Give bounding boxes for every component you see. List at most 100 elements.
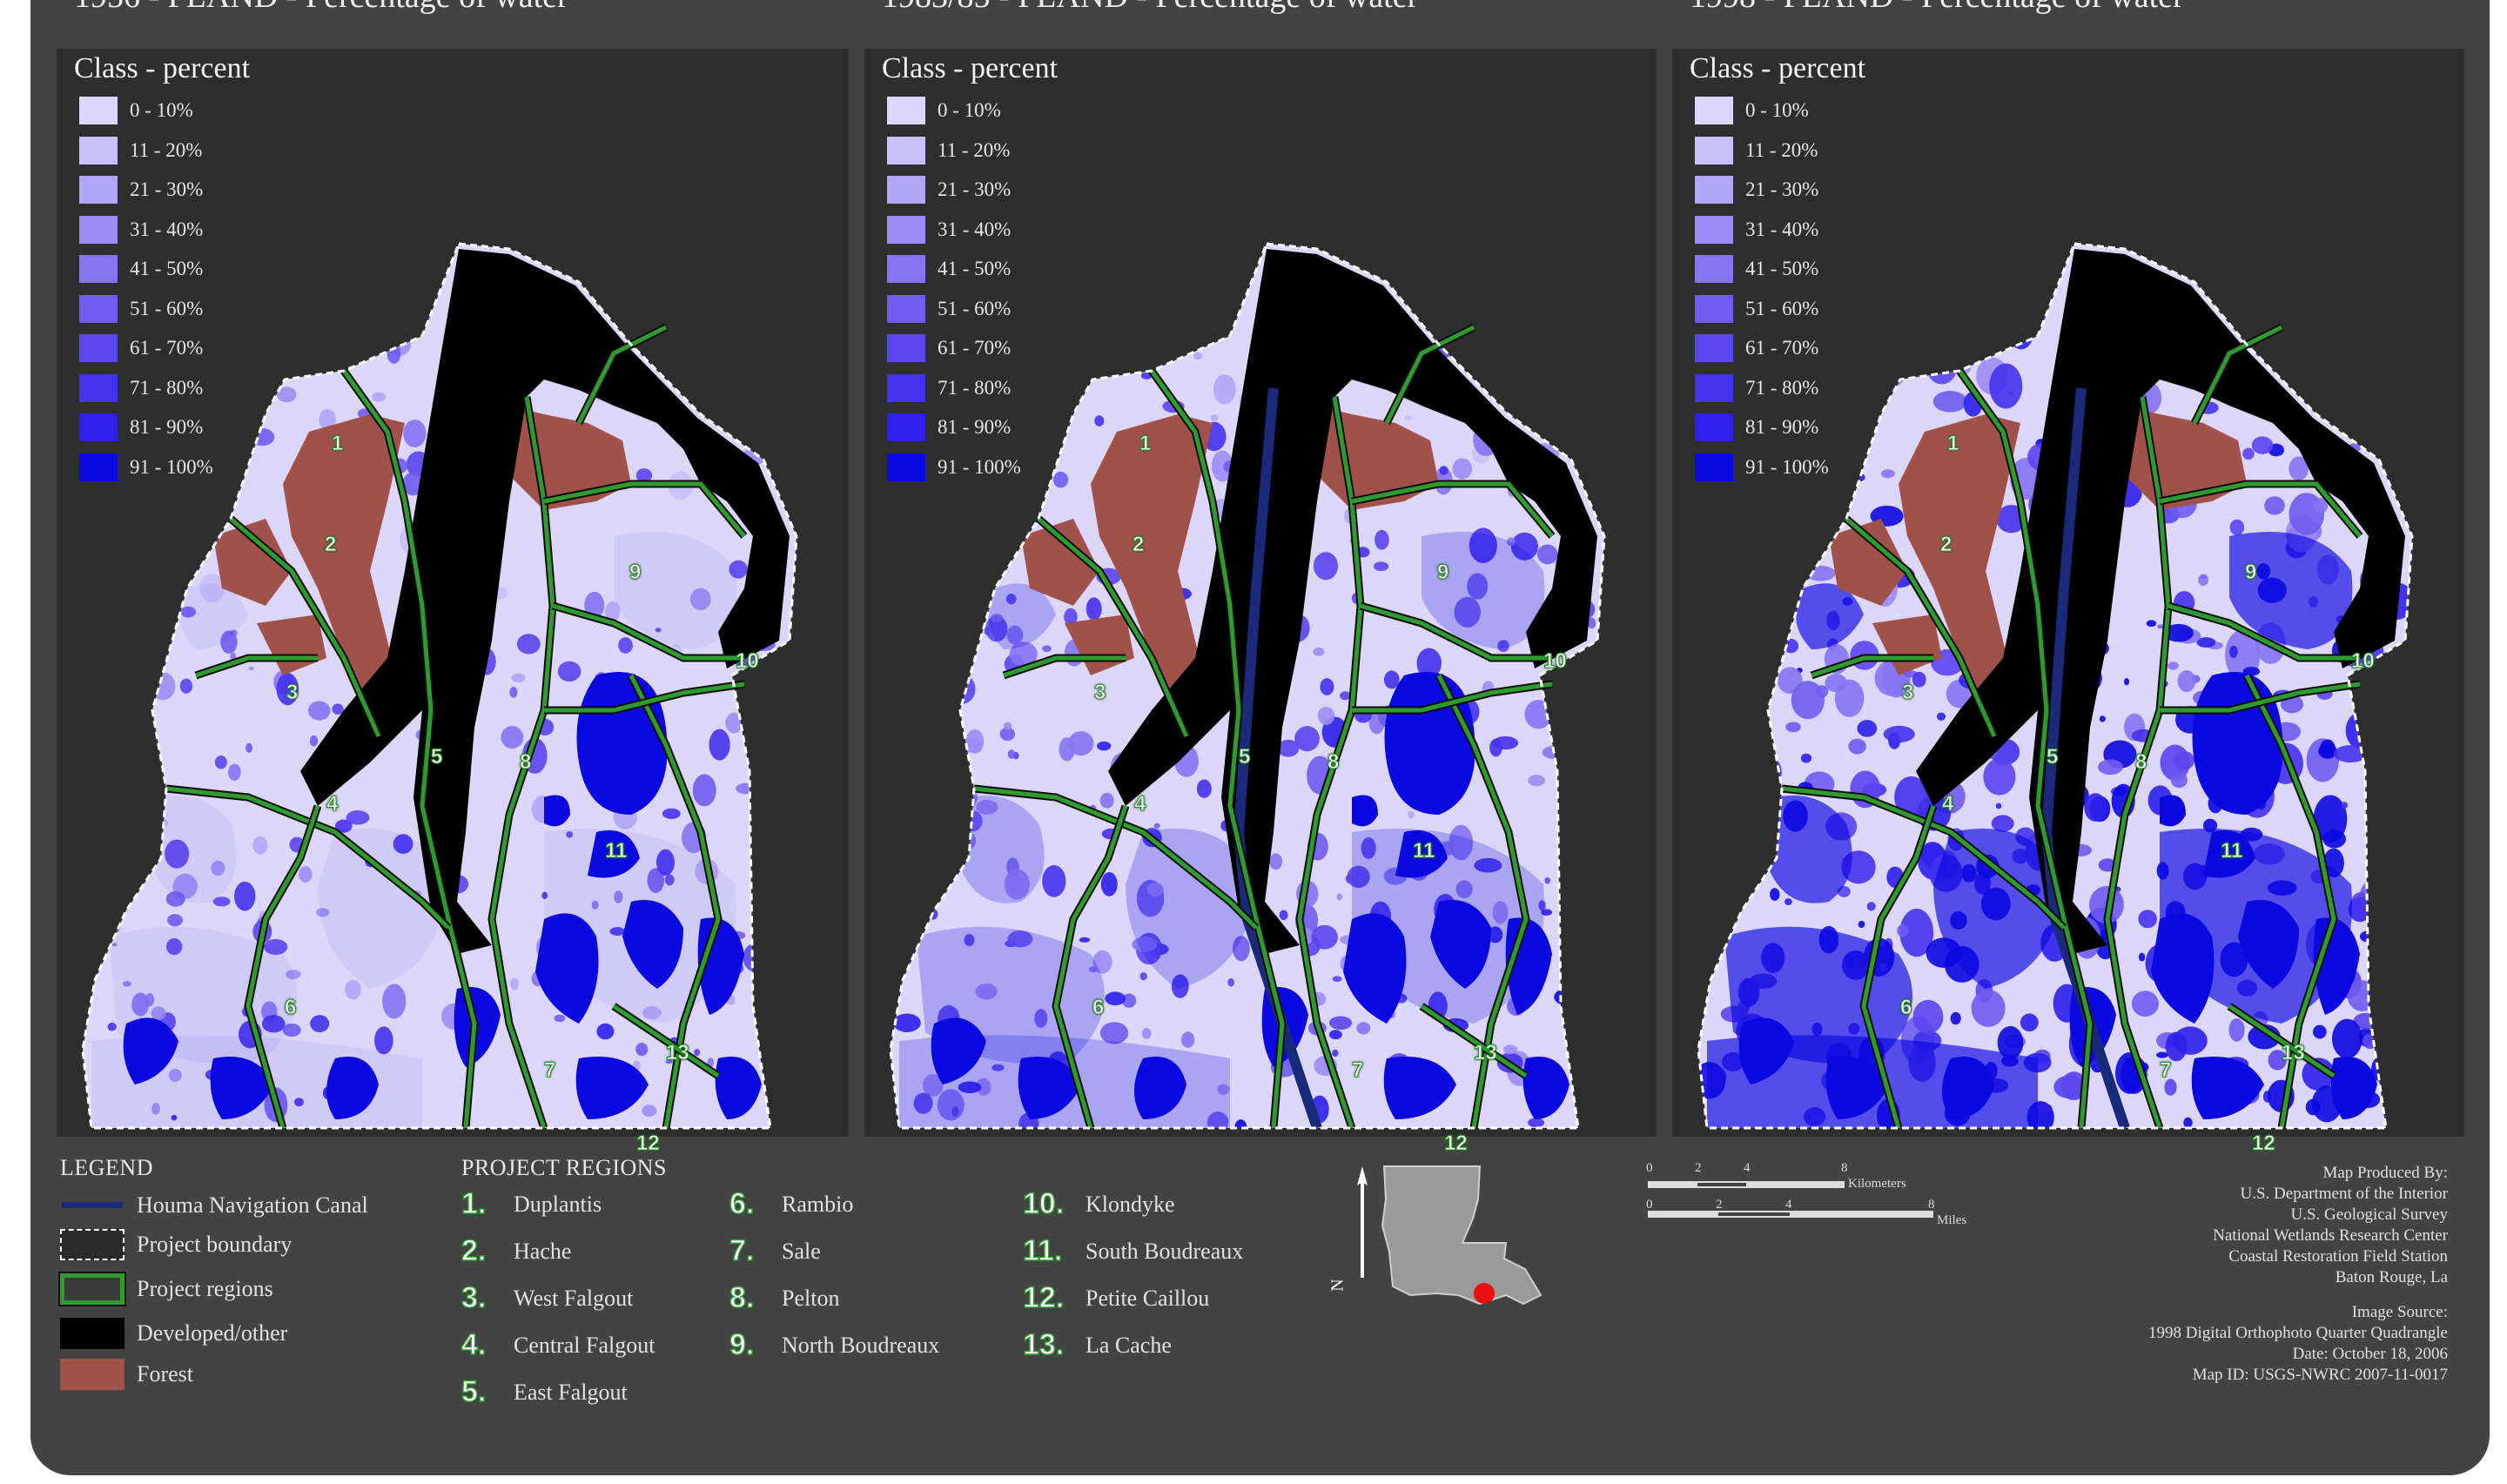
project-region-number: 12. bbox=[1022, 1280, 1065, 1315]
class-swatch bbox=[887, 413, 925, 441]
class-legend-item: 61 - 70% bbox=[1695, 333, 1818, 363]
km-tick-1: 2 bbox=[1695, 1161, 1702, 1175]
project-region-name: South Boudreaux bbox=[1085, 1238, 1244, 1264]
class-label: 11 - 20% bbox=[130, 138, 203, 161]
class-legend-item: 21 - 30% bbox=[79, 175, 203, 205]
class-legend-item: 51 - 60% bbox=[1695, 294, 1818, 324]
project-region-number: 7. bbox=[729, 1233, 755, 1268]
region-number-label: 10 bbox=[1543, 649, 1568, 674]
region-number-label: 6 bbox=[1899, 996, 1912, 1020]
credit-line: National Wetlands Research Center bbox=[2213, 1226, 2448, 1245]
water-percentage-map bbox=[81, 242, 798, 1130]
class-legend-item: 21 - 30% bbox=[887, 175, 1011, 205]
class-swatch bbox=[1695, 215, 1733, 244]
project-region-name: North Boudreaux bbox=[782, 1332, 940, 1358]
project-region-name: La Cache bbox=[1085, 1332, 1172, 1358]
class-label: 41 - 50% bbox=[130, 258, 204, 279]
legend-item-developed: Developed/other bbox=[60, 1318, 287, 1349]
class-legend-item: 31 - 40% bbox=[79, 215, 203, 245]
class-label: 0 - 10% bbox=[130, 99, 193, 121]
credit-line: Map ID: USGS-NWRC 2007-11-0017 bbox=[2192, 1366, 2448, 1384]
project-region-name: Klondyke bbox=[1085, 1191, 1175, 1217]
class-swatch bbox=[887, 453, 925, 481]
region-number-label: 6 bbox=[1092, 996, 1105, 1020]
louisiana-inset-map bbox=[1381, 1165, 1543, 1306]
project-region-number: 4. bbox=[460, 1327, 487, 1362]
class-legend-item: 91 - 100% bbox=[1695, 453, 1829, 482]
project-region-number: 13. bbox=[1022, 1327, 1065, 1362]
class-swatch bbox=[1695, 334, 1733, 362]
map-board: 1956 - FLAND - Percentage of water Class … bbox=[30, 0, 2490, 1475]
region-number-label: 5 bbox=[1238, 745, 1251, 769]
class-legend-item: 71 - 80% bbox=[887, 373, 1011, 403]
legend-label: Houma Navigation Canal bbox=[137, 1192, 368, 1218]
class-label: 41 - 50% bbox=[1745, 258, 1819, 279]
class-swatch bbox=[79, 255, 118, 283]
region-number-label: 1 bbox=[1139, 432, 1152, 456]
project-region-item: 12. Petite Caillou bbox=[1022, 1280, 1210, 1315]
class-legend-item: 11 - 20% bbox=[887, 136, 1010, 165]
region-number-label: 7 bbox=[1351, 1058, 1364, 1083]
class-swatch bbox=[887, 334, 925, 362]
region-number-label: 2 bbox=[1132, 533, 1145, 557]
class-legend-item: 51 - 60% bbox=[887, 294, 1011, 324]
credits-produced-by: Map Produced By: U.S. Department of the I… bbox=[2213, 1163, 2448, 1288]
map-panel: Class - percent 0 - 10% 11 - 20% 21 - 30% 31… bbox=[57, 49, 849, 1156]
region-number-label: 12 bbox=[1444, 1131, 1469, 1156]
region-number-label: 7 bbox=[2159, 1058, 2172, 1083]
class-swatch bbox=[1695, 294, 1733, 323]
class-label: 91 - 100% bbox=[130, 455, 213, 478]
region-number-label: 8 bbox=[1327, 750, 1340, 775]
class-label: 61 - 70% bbox=[938, 337, 1012, 359]
class-swatch bbox=[887, 97, 925, 124]
region-number-label: 10 bbox=[736, 649, 760, 674]
mi-label: Miles bbox=[1937, 1213, 1967, 1227]
class-swatch bbox=[79, 136, 118, 165]
region-number-label: 11 bbox=[1412, 839, 1435, 863]
class-legend-item: 61 - 70% bbox=[887, 333, 1011, 363]
credit-line: 1998 Digital Orthophoto Quarter Quadrang… bbox=[2147, 1324, 2448, 1342]
class-legend-item: 41 - 50% bbox=[887, 254, 1011, 284]
region-number-label: 9 bbox=[1436, 561, 1449, 585]
mi-tick-3: 8 bbox=[1928, 1198, 1935, 1212]
class-label: 11 - 20% bbox=[1745, 138, 1818, 161]
class-label: 51 - 60% bbox=[938, 297, 1012, 319]
class-legend-item: 41 - 50% bbox=[1695, 254, 1818, 284]
class-legend-item: 81 - 90% bbox=[1695, 413, 1818, 442]
km-tick-2: 4 bbox=[1744, 1161, 1751, 1175]
region-number-label: 13 bbox=[2282, 1041, 2306, 1065]
mi-tick-1: 2 bbox=[1716, 1198, 1723, 1212]
class-label: 71 - 80% bbox=[938, 376, 1012, 399]
class-swatch bbox=[887, 136, 925, 165]
project-region-number: 6. bbox=[729, 1186, 755, 1221]
project-region-item: 1. Duplantis bbox=[460, 1186, 602, 1221]
black-box-symbol bbox=[60, 1318, 124, 1349]
project-region-item: 7. Sale bbox=[729, 1233, 821, 1268]
class-legend-item: 51 - 60% bbox=[79, 294, 203, 324]
km-tick-0: 0 bbox=[1646, 1161, 1653, 1175]
project-region-number: 9. bbox=[729, 1327, 755, 1362]
project-region-name: Petite Caillou bbox=[1085, 1285, 1210, 1311]
region-number-label: 8 bbox=[2134, 750, 2147, 775]
class-legend-heading: Class - percent bbox=[882, 52, 1059, 84]
class-swatch bbox=[79, 334, 118, 362]
class-legend-item: 11 - 20% bbox=[79, 136, 202, 165]
class-label: 61 - 70% bbox=[1745, 337, 1819, 359]
region-number-label: 4 bbox=[1133, 792, 1146, 816]
class-legend-item: 31 - 40% bbox=[887, 215, 1011, 245]
region-number-label: 2 bbox=[1939, 533, 1953, 557]
credit-line: U.S. Department of the Interior bbox=[2240, 1185, 2448, 1203]
region-number-label: 8 bbox=[519, 750, 532, 775]
class-swatch bbox=[79, 373, 118, 402]
project-region-item: 8. Pelton bbox=[729, 1280, 839, 1315]
project-region-item: 3. West Falgout bbox=[460, 1280, 633, 1315]
forest-box-symbol bbox=[60, 1359, 124, 1390]
class-legend-item: 0 - 10% bbox=[1695, 96, 1809, 125]
project-region-item: 5. East Falgout bbox=[460, 1374, 627, 1409]
credits-image-source: Image Source: 1998 Digital Orthophoto Qua… bbox=[2148, 1302, 2448, 1386]
class-legend-item: 31 - 40% bbox=[1695, 215, 1818, 245]
project-region-number: 10. bbox=[1022, 1186, 1065, 1221]
map-panel: Class - percent 0 - 10% 11 - 20% 21 - 30% 31… bbox=[1672, 49, 2464, 1156]
class-legend-item: 71 - 80% bbox=[1695, 373, 1818, 403]
region-number-label: 1 bbox=[331, 432, 344, 456]
